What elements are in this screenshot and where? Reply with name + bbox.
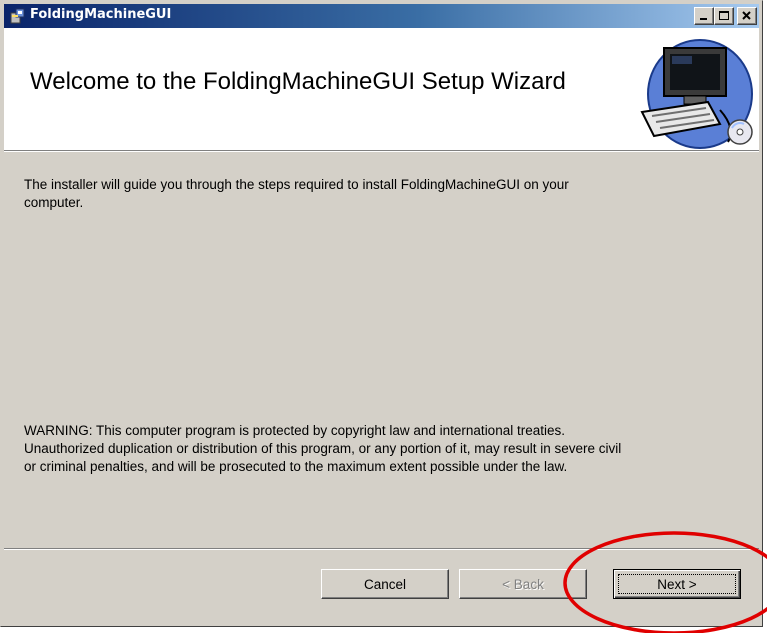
footer-divider-highlight [4, 549, 759, 550]
minimize-button[interactable] [694, 7, 714, 25]
close-icon [742, 11, 751, 20]
back-button-label: < Back [502, 576, 544, 592]
cancel-button-label: Cancel [363, 576, 407, 592]
computer-setup-icon [640, 39, 753, 149]
warning-line: Unauthorized duplication or distribution… [24, 441, 622, 456]
maximize-button[interactable] [714, 7, 734, 25]
wizard-banner: Welcome to the FoldingMachineGUI Setup W… [4, 28, 759, 150]
title-bar[interactable]: FoldingMachineGUI [4, 4, 759, 28]
intro-line: computer. [24, 195, 84, 210]
window-title: FoldingMachineGUI [30, 7, 172, 22]
cancel-button[interactable]: Cancel [321, 569, 449, 599]
banner-divider-highlight [4, 151, 759, 152]
warning-line: or criminal penalties, and will be prose… [24, 459, 568, 474]
next-button-label: Next > [657, 576, 697, 592]
warning-line: WARNING: This computer program is protec… [24, 423, 565, 438]
intro-line: The installer will guide you through the… [24, 177, 569, 192]
intro-text: The installer will guide you through the… [24, 176, 744, 212]
next-button[interactable]: Next > [613, 569, 741, 599]
minimize-icon [700, 18, 707, 20]
maximize-icon [719, 11, 729, 20]
setup-wizard-window: FoldingMachineGUI Welcome to the Folding… [0, 0, 763, 627]
close-button[interactable] [737, 7, 757, 25]
installer-app-icon [10, 8, 25, 24]
copyright-warning: WARNING: This computer program is protec… [24, 422, 744, 476]
banner-heading: Welcome to the FoldingMachineGUI Setup W… [30, 68, 566, 95]
back-button[interactable]: < Back [459, 569, 587, 599]
